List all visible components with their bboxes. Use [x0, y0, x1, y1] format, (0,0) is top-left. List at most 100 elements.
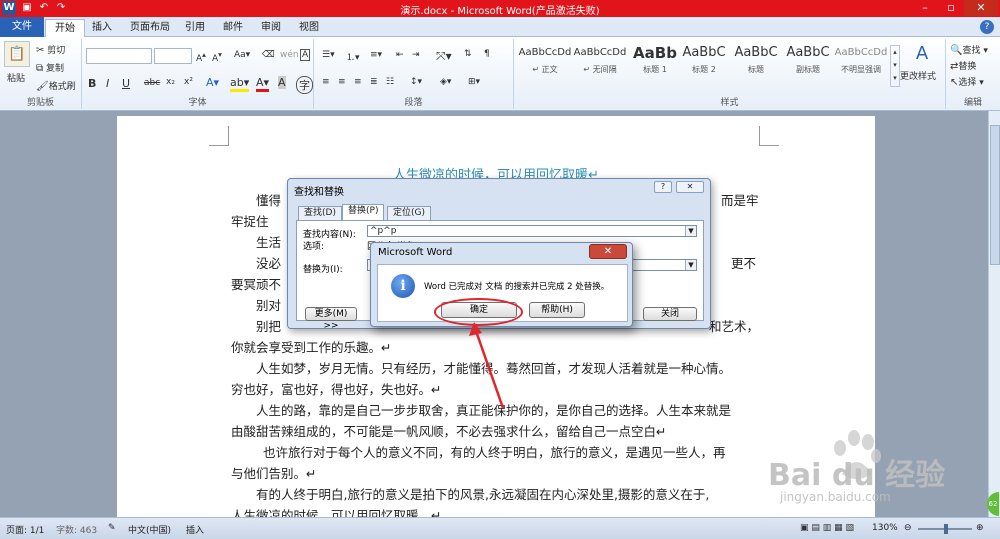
- tab-view[interactable]: 视图: [290, 19, 328, 37]
- font-size-box[interactable]: [154, 48, 192, 64]
- tab-find[interactable]: 查找(D): [298, 206, 342, 220]
- language-status[interactable]: 中文(中国): [128, 523, 171, 536]
- align-center-icon[interactable]: ≡: [338, 77, 346, 87]
- highlight-icon[interactable]: ab▾: [230, 76, 250, 92]
- tab-replace[interactable]: 替换(P): [342, 204, 385, 220]
- phonetic-icon[interactable]: wén: [280, 50, 299, 60]
- style-tile-heading2[interactable]: AaBbC 标题 2: [677, 42, 731, 84]
- chevron-down-icon[interactable]: ▼: [685, 226, 696, 236]
- copy-button[interactable]: ⧉ 复制: [36, 61, 64, 74]
- paragraph-line: 人生的路，靠的是自己一步步取舍，真正能保护你的，是你自己的选择。人生本来就是: [256, 403, 732, 418]
- more-button[interactable]: 更多(M) >>: [305, 307, 357, 331]
- style-tile-title[interactable]: AaBbC 标题: [729, 42, 783, 84]
- insert-mode[interactable]: 插入: [186, 523, 204, 536]
- show-marks-icon[interactable]: ¶: [484, 49, 490, 59]
- minimize-icon[interactable]: –: [912, 0, 938, 16]
- paste-button[interactable]: 粘贴: [7, 71, 25, 84]
- char-shading-icon[interactable]: A: [278, 76, 286, 89]
- superscript-button[interactable]: x²: [184, 77, 193, 87]
- title-bar: W ▣ ↶ ↷ 演示.docx - Microsoft Word(产品激活失败)…: [0, 0, 1000, 17]
- shrink-font-icon[interactable]: A▾: [212, 50, 222, 64]
- replace-button[interactable]: ⇄替换: [950, 59, 976, 72]
- increase-indent-icon[interactable]: ⇥: [412, 50, 420, 60]
- close-button[interactable]: 关闭: [643, 307, 697, 321]
- style-tile-heading1[interactable]: AaBb 标题 1: [628, 42, 682, 84]
- tab-mailings[interactable]: 邮件: [214, 19, 252, 37]
- clear-format-icon[interactable]: ⌫: [262, 50, 275, 60]
- scroll-thumb[interactable]: [990, 125, 1000, 265]
- font-color-icon[interactable]: A▾: [256, 76, 270, 92]
- tab-goto[interactable]: 定位(G): [387, 206, 431, 220]
- decrease-indent-icon[interactable]: ⇤: [396, 50, 404, 60]
- change-styles-button[interactable]: 更改样式: [900, 69, 936, 82]
- brush-icon: 🖌: [36, 81, 49, 92]
- proofing-icon[interactable]: ✎: [108, 523, 116, 533]
- select-button[interactable]: ↖选择 ▾: [950, 75, 984, 88]
- message-close-icon[interactable]: ✕: [589, 244, 627, 259]
- zoom-in-icon[interactable]: ⊕: [976, 523, 984, 533]
- style-tile-subtle-emphasis[interactable]: AaBbCcDd 不明显强调: [834, 42, 888, 84]
- line-spacing-icon[interactable]: ↕▾: [410, 77, 422, 87]
- shading-icon[interactable]: ◈▾: [440, 77, 451, 87]
- watermark-url: jingyan.baidu.com: [780, 490, 891, 504]
- editing-group: 🔍查找 ▾ ⇄替换 ↖选择 ▾ 编辑: [946, 39, 1000, 109]
- subscript-button[interactable]: x₂: [166, 77, 175, 87]
- change-styles-icon[interactable]: A: [904, 43, 940, 69]
- help-button[interactable]: 帮助(H): [529, 302, 585, 318]
- chinese-layout-icon[interactable]: ⤧▾: [436, 49, 452, 64]
- styles-scroll-icon[interactable]: ▴ ▾ ▾: [890, 45, 900, 87]
- align-right-icon[interactable]: ≡: [354, 77, 362, 87]
- cut-button[interactable]: ✂ 剪切: [36, 43, 65, 56]
- page-count[interactable]: 页面: 1/1: [6, 523, 44, 536]
- format-painter-button[interactable]: 🖌格式刷: [36, 79, 76, 92]
- tab-insert[interactable]: 插入: [83, 19, 121, 37]
- help-icon[interactable]: ?: [980, 20, 994, 34]
- multilevel-list-icon[interactable]: ≡▾: [370, 50, 382, 60]
- window-title: 演示.docx - Microsoft Word(产品激活失败): [400, 6, 600, 17]
- find-button[interactable]: 🔍查找 ▾: [950, 43, 988, 56]
- vertical-scrollbar[interactable]: [988, 111, 1000, 517]
- distribute-icon[interactable]: ☷: [386, 77, 394, 87]
- underline-button[interactable]: U: [122, 77, 130, 90]
- italic-button[interactable]: I: [106, 77, 109, 90]
- bullets-icon[interactable]: ☰▾: [322, 50, 335, 60]
- borders-icon[interactable]: ⊞▾: [468, 77, 480, 87]
- tab-references[interactable]: 引用: [176, 19, 214, 37]
- word-message-box: Microsoft Word ✕ i Word 已完成对 文档 的搜索并已完成 …: [370, 242, 633, 327]
- tab-page-layout[interactable]: 页面布局: [121, 19, 179, 37]
- char-border-icon[interactable]: A: [300, 49, 311, 61]
- bold-button[interactable]: B: [88, 77, 96, 90]
- sort-icon[interactable]: ⇅: [464, 49, 472, 59]
- tab-file[interactable]: 文件: [0, 17, 44, 37]
- watermark-brand: Bai du 经验: [768, 458, 946, 493]
- zoom-level[interactable]: 130%: [872, 523, 898, 533]
- zoom-slider-thumb[interactable]: [944, 524, 948, 534]
- numbering-icon[interactable]: ⒈▾: [346, 50, 360, 63]
- tab-review[interactable]: 审阅: [252, 19, 290, 37]
- style-tile-no-spacing[interactable]: AaBbCcDd ↵ 无间隔: [573, 42, 627, 84]
- close-icon[interactable]: ✕: [964, 0, 998, 16]
- text-effects-icon[interactable]: A▾: [206, 76, 219, 89]
- word-count[interactable]: 字数: 463: [56, 523, 97, 536]
- dialog-help-icon[interactable]: ?: [654, 181, 672, 193]
- restore-icon[interactable]: ▫: [938, 0, 964, 16]
- change-case-icon[interactable]: Aa▾: [234, 50, 250, 60]
- dialog-close-icon[interactable]: ✕: [676, 181, 704, 193]
- font-name-box[interactable]: [86, 48, 152, 64]
- style-tile-subtitle[interactable]: AaBbC 副标题: [781, 42, 835, 84]
- paste-icon[interactable]: 📋: [4, 41, 30, 67]
- chevron-down-icon[interactable]: ▼: [685, 260, 696, 270]
- justify-icon[interactable]: ≣: [370, 77, 378, 87]
- clipboard-group: 📋 粘贴 ✂ 剪切 ⧉ 复制 🖌格式刷 剪贴板: [0, 39, 82, 109]
- enclose-char-icon[interactable]: 字: [296, 76, 313, 94]
- paragraph-line: 你就会享受到工作的乐趣。↵: [231, 340, 392, 355]
- grow-font-icon[interactable]: A▴: [196, 50, 206, 64]
- style-tile-normal[interactable]: AaBbCcDd ↵ 正文: [518, 42, 572, 84]
- align-left-icon[interactable]: ≡: [322, 77, 330, 87]
- window-controls: – ▫ ✕: [912, 0, 998, 16]
- view-buttons[interactable]: ▣ ▤ ▥ ▦ ▧: [800, 523, 854, 533]
- find-what-input[interactable]: ^p^p ▼: [367, 225, 697, 237]
- zoom-out-icon[interactable]: ⊖: [904, 523, 912, 533]
- strikethrough-button[interactable]: abc: [144, 78, 160, 88]
- tab-home[interactable]: 开始: [45, 19, 85, 37]
